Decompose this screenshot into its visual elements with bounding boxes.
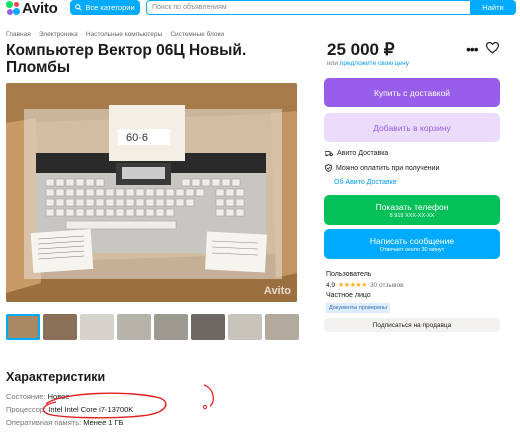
write-message-button[interactable]: Написать сообщение Отвечает около 30 мин… [324,229,500,259]
breadcrumb: Главная · Электроника · Настольные компь… [6,31,224,38]
thumbnail[interactable] [43,314,77,340]
show-phone-label: Показать телефон [375,201,449,212]
price-prefix: или [327,60,339,67]
thumbnail[interactable] [6,314,40,340]
documents-verified-badge: Документы проверены [326,303,391,313]
breadcrumb-item[interactable]: Системные блоки [170,31,224,38]
add-to-cart-button[interactable]: Добавить в корзину [324,113,500,142]
breadcrumb-separator: · [80,31,83,38]
thumbnail-strip [6,314,299,340]
show-phone-button[interactable]: Показать телефон 8 919 XXX-XX-XX [324,195,500,225]
reviews-link[interactable]: 30 отзывов [370,282,404,289]
characteristic-key: Оперативная память: [6,418,82,427]
avito-logo-icon [6,1,20,15]
thumbnail[interactable] [117,314,151,340]
heart-icon[interactable] [486,42,499,54]
price-suggest-row: или предложите свою цену [327,60,409,67]
characteristic-processor: Процессор: Intel Intel Core i7-13700K [6,405,133,414]
avito-delivery-label: Авито Доставка [337,150,389,157]
search-button[interactable]: Найти [470,0,516,15]
breadcrumb-separator: · [165,31,168,38]
svg-text:60·6: 60·6 [126,132,148,144]
thumbnail[interactable] [154,314,188,340]
logo-text: Avito [22,0,58,17]
avito-delivery-row: Авито Доставка [325,150,388,157]
photo-computer-in-box: 60·6 [6,83,297,302]
all-categories-button[interactable]: Все категории [70,0,140,15]
phone-masked: 8 919 XXX-XX-XX [389,212,435,219]
seller-role[interactable]: Пользователь [326,271,371,278]
characteristic-key: Состояние: [6,392,46,401]
thumbnail[interactable] [228,314,262,340]
breadcrumb-separator: · [33,31,36,38]
search-placeholder: Поиск по объявлениям [152,4,227,11]
price: 25 000 ₽ [327,40,395,59]
add-to-cart-label: Добавить в корзину [373,122,451,133]
buy-with-delivery-label: Купить с доставкой [373,87,451,98]
thumbnail[interactable] [265,314,299,340]
search-icon [75,4,83,11]
characteristic-ram: Оперативная память: Менее 1 ГБ [6,418,124,427]
shield-check-icon [325,164,332,172]
pay-on-receipt-row: Можно оплатить при получении [325,164,439,172]
characteristic-value: Новое [47,392,70,401]
characteristics-heading: Характеристики [6,370,106,384]
buy-with-delivery-button[interactable]: Купить с доставкой [324,78,500,107]
thumbnail[interactable] [191,314,225,340]
all-categories-label: Все категории [85,3,135,12]
breadcrumb-item[interactable]: Главная [6,31,31,38]
reply-time: Отвечает около 30 минут [379,246,445,253]
characteristic-value: Менее 1 ГБ [83,418,124,427]
pay-on-receipt-label: Можно оплатить при получении [336,164,440,172]
rating-stars-icon: ★★★★★ [338,282,367,289]
characteristic-value: Intel Intel Core i7-13700K [48,405,134,414]
listing-title: Компьютер Вектор 06Ц Новый. Пломбы [6,42,247,76]
search-input[interactable]: Поиск по объявлениям [146,0,471,15]
characteristic-key: Процессор: [6,405,47,414]
seller-rating: 4,9 ★★★★★ 30 отзывов [326,281,404,290]
top-header: Avito Все категории Поиск по объявлениям… [0,0,520,18]
about-delivery-link[interactable]: Об Авито Доставке [334,179,397,186]
breadcrumb-item[interactable]: Электроника [39,31,78,38]
more-options-icon[interactable]: ••• [466,41,479,57]
avito-logo[interactable]: Avito [6,0,58,17]
rating-value: 4,9 [326,281,336,289]
photo-watermark: Avito [263,285,291,297]
suggest-price-link[interactable]: предложите свою цену [340,60,409,67]
breadcrumb-item[interactable]: Настольные компьютеры [86,31,162,38]
truck-icon [325,151,333,157]
subscribe-seller-button[interactable]: Подписаться на продавца [324,318,500,332]
seller-type: Частное лицо [326,292,371,299]
write-message-label: Написать сообщение [369,235,455,246]
thumbnail[interactable] [80,314,114,340]
main-photo[interactable]: 60·6 Avito [6,83,297,302]
listing-page: Avito Все категории Поиск по объявлениям… [0,0,520,440]
characteristic-condition: Состояние: Новое [6,392,69,401]
